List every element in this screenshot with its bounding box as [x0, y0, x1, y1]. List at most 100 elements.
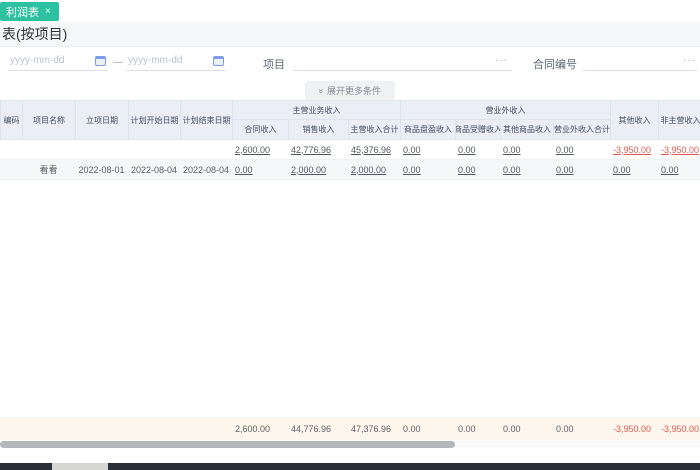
end-date-input[interactable]	[126, 51, 226, 71]
project-filter-input[interactable]	[293, 51, 512, 71]
cell: 2022-08-04	[130, 164, 178, 175]
amount-link[interactable]: 0.00	[503, 145, 521, 155]
cell: 看看	[39, 165, 58, 175]
cell: 0.00	[455, 160, 500, 179]
summary-cell	[128, 417, 180, 440]
header-cell: 其他收入	[610, 101, 658, 139]
chevron-down-icon: »	[316, 88, 327, 94]
amount-link[interactable]: 0.00	[403, 145, 421, 155]
project-picker-ellipsis-icon[interactable]: ···	[495, 55, 508, 66]
amount-link[interactable]: 0.00	[556, 165, 574, 175]
cell: 0.00	[232, 160, 288, 179]
amount-link[interactable]: 0.00	[661, 165, 679, 175]
amount-link[interactable]: 2,600.00	[235, 145, 270, 155]
header-cell: 计划开始日期	[128, 101, 180, 139]
summary-cell: 0.00	[503, 423, 521, 434]
contract-no-filter-input[interactable]	[583, 51, 697, 71]
calendar-icon[interactable]	[213, 56, 224, 66]
header-group-label: 营业外收入	[400, 101, 610, 120]
cell: 0.00	[610, 160, 658, 179]
header-cell: 销售收入	[288, 120, 348, 139]
cell: 0.00	[553, 160, 610, 179]
amount-link[interactable]: 42,776.96	[291, 145, 331, 155]
cell	[0, 160, 22, 179]
cell: 42,776.96	[288, 140, 348, 159]
tab-profit-report[interactable]: 利润表 ×	[0, 2, 59, 21]
cell: -3,950.00	[658, 140, 700, 159]
cell: 0.00	[500, 160, 553, 179]
amount-link[interactable]: 0.00	[235, 165, 253, 175]
summary-cell: -3,950.00	[661, 423, 700, 434]
header-cell: 计划结束日期	[180, 101, 232, 139]
summary-cell: -3,950.00	[613, 423, 652, 434]
tab-close-icon[interactable]: ×	[45, 6, 51, 17]
header-group-label: 主营业务收入	[232, 101, 400, 120]
amount-link[interactable]: 0.00	[403, 165, 421, 175]
table-body: 2,600.00 42,776.96 45,376.96 0.00 0.00 0.00 0.…	[0, 140, 700, 180]
date-range-separator: —	[113, 57, 123, 68]
cell	[0, 140, 22, 159]
amount-link[interactable]: 0.00	[458, 145, 476, 155]
expand-more-conditions-button[interactable]: »展开更多条件	[304, 81, 396, 100]
calendar-icon[interactable]	[95, 56, 106, 66]
amount-link[interactable]: 0.00	[613, 165, 631, 175]
page-title: 表(按项目)	[2, 26, 68, 42]
table-row: 2,600.00 42,776.96 45,376.96 0.00 0.00 0.00 0.…	[0, 140, 700, 160]
table-row: 看看 2022-08-01 2022-08-04 2022-08-04 0.00 2,00…	[0, 160, 700, 180]
header-cell: 主营收入合计	[348, 120, 400, 139]
cell: 0.00	[400, 140, 455, 159]
contract-picker-ellipsis-icon[interactable]: ···	[683, 55, 696, 66]
cell: 2022-08-01	[78, 164, 125, 175]
table-header: 编码 项目名称 立项日期 计划开始日期 计划结束日期 主营业务收入 合同收入 销售收入 主营收入…	[0, 100, 700, 140]
cell: 0.00	[500, 140, 553, 159]
project-filter-label: 项目	[263, 59, 285, 71]
summary-cell	[0, 417, 22, 440]
cell	[22, 140, 75, 159]
summary-cell	[180, 417, 232, 440]
summary-cell: 0.00	[403, 423, 421, 434]
cell: 45,376.96	[348, 140, 400, 159]
cell: 0.00	[658, 160, 700, 179]
summary-cell	[22, 417, 75, 440]
header-cell: 商品受赠收入	[455, 120, 500, 139]
app-window: 利润表 × 表(按项目) — 项目 ··· 合同编号 ··· »展开更多条件 编…	[0, 0, 700, 470]
header-cell: 营业外收入合计	[553, 120, 610, 139]
amount-link[interactable]: -3,950.00	[661, 145, 699, 155]
summary-cell	[75, 417, 128, 440]
header-cell: 其他商品收入	[500, 120, 553, 139]
header-cell: 合同收入	[232, 120, 288, 139]
expand-more-label: 展开更多条件	[327, 86, 382, 96]
cell: 0.00	[400, 160, 455, 179]
cell	[180, 140, 232, 159]
amount-link[interactable]: -3,950.00	[613, 145, 651, 155]
bottom-edge-strip	[0, 463, 700, 470]
bottom-edge-segment	[52, 463, 108, 470]
summary-cell: 47,376.96	[351, 423, 392, 434]
header-group: 营业外收入 商品盘盈收入 商品受赠收入 其他商品收入 营业外收入合计	[400, 101, 610, 139]
amount-link[interactable]: 0.00	[458, 165, 476, 175]
amount-link[interactable]: 2,000.00	[291, 165, 326, 175]
summary-cell: 0.00	[556, 423, 574, 434]
cell: 2,000.00	[288, 160, 348, 179]
expand-row: »展开更多条件	[0, 81, 700, 100]
horizontal-scrollbar	[0, 441, 700, 448]
amount-link[interactable]: 2,000.00	[351, 165, 386, 175]
start-date-input[interactable]	[8, 51, 108, 71]
cell: 2022-08-04	[182, 164, 230, 175]
cell: 2,000.00	[348, 160, 400, 179]
summary-row: 2,600.00 44,776.96 47,376.96 0.00 0.00 0.00 0.…	[0, 417, 700, 440]
header-cell: 商品盘盈收入	[400, 120, 455, 139]
cell	[75, 140, 128, 159]
amount-link[interactable]: 0.00	[503, 165, 521, 175]
header-cell: 编码	[0, 101, 22, 139]
amount-link[interactable]: 45,376.96	[351, 145, 391, 155]
tab-label: 利润表	[6, 6, 39, 19]
summary-cell: 2,600.00	[235, 423, 271, 434]
contract-no-filter-label: 合同编号	[533, 59, 577, 71]
horizontal-scrollbar-thumb[interactable]	[0, 441, 455, 448]
amount-link[interactable]: 0.00	[556, 145, 574, 155]
summary-cell: 0.00	[458, 423, 476, 434]
cell: 0.00	[455, 140, 500, 159]
header-cell: 立项日期	[75, 101, 128, 139]
cell: 2,600.00	[232, 140, 288, 159]
